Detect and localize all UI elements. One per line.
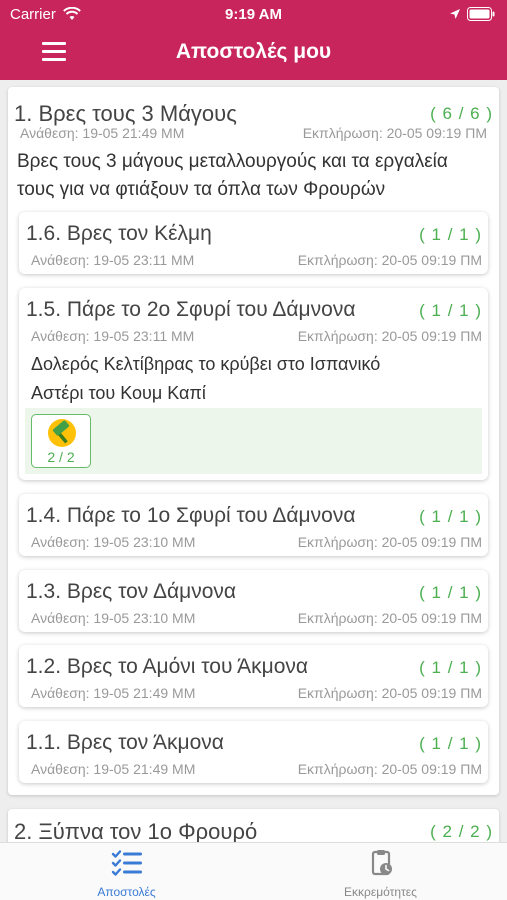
subtask-progress-count: ( 1 / 1 ) [419,507,482,526]
subtask-card[interactable]: 1.4. Πάρε το 1ο Σφυρί του Δάμνονα ( 1 / … [19,494,488,556]
subtask-progress-count: ( 1 / 1 ) [419,734,482,753]
subtask-title: 1.4. Πάρε το 1ο Σφυρί του Δάμνονα [26,504,356,527]
assigned-date: Ανάθεση: 19-05 21:49 ΜΜ [31,685,196,701]
assigned-date: Ανάθεση: 19-05 21:49 ΜΜ [31,761,196,777]
item-row: 2 / 2 [25,408,482,474]
subtask-progress-count: ( 1 / 1 ) [419,658,482,677]
mission-progress-count: ( 6 / 6 ) [430,104,493,123]
completed-date: Εκπλήρωση: 20-05 09:19 ΠΜ [297,610,482,626]
subtask-progress-count: ( 1 / 1 ) [419,301,482,320]
status-bar: Carrier 9:19 AM [0,0,507,28]
assigned-date: Ανάθεση: 19-05 23:10 ΜΜ [31,534,196,550]
completed-date: Εκπλήρωση: 20-05 09:19 ΠΜ [297,328,482,344]
mission-title: 1. Βρες τους 3 Μάγους [14,101,237,126]
item-count: 2 / 2 [47,449,75,465]
item-badge[interactable]: 2 / 2 [31,414,91,468]
subtask-title: 1.5. Πάρε το 2ο Σφυρί του Δάμνονα [26,298,356,321]
subtask-card[interactable]: 1.6. Βρες τον Κέλμη ( 1 / 1 ) Ανάθεση: 1… [19,212,488,274]
subtask-description: Δολερός Κελτίβηρας το κρύβει στο Ισπανικ… [31,354,381,403]
page-title: Αποστολές μου [175,40,332,63]
subtask-card[interactable]: 1.1. Βρες τον Άκμονα ( 1 / 1 ) Ανάθεση: … [19,721,488,783]
battery-icon [467,7,495,21]
mission-card[interactable]: 2. Ξύπνα τον 1ο Φρουρό ( 2 / 2 ) [8,809,499,842]
subtask-progress-count: ( 1 / 1 ) [419,583,482,602]
clipboard-clock-icon [371,850,392,876]
assigned-date: Ανάθεση: 19-05 23:10 ΜΜ [31,610,196,626]
subtask-title: 1.2. Βρες το Αμόνι του Άκμονα [26,655,309,678]
tab-label: Αποστολές [97,885,156,899]
tab-missions[interactable]: Αποστολές [0,843,253,900]
completed-date: Εκπλήρωση: 20-05 09:19 ΠΜ [297,761,482,777]
app-header: Carrier 9:19 AM Αποστολές μου [0,0,507,80]
completed-date: Εκπλήρωση: 20-05 09:19 ΠΜ [302,125,487,141]
completed-date: Εκπλήρωση: 20-05 09:19 ΠΜ [297,534,482,550]
checklist-icon [111,850,142,876]
mission-progress-count: ( 2 / 2 ) [430,822,493,841]
mission-title: 2. Ξύπνα τον 1ο Φρουρό [14,819,258,842]
tab-label: Εκκρεμότητες [344,885,417,899]
assigned-date: Ανάθεση: 19-05 23:11 ΜΜ [31,252,195,268]
tab-bar: Αποστολές Εκκρεμότητες [0,842,507,900]
subtask-card[interactable]: 1.5. Πάρε το 2ο Σφυρί του Δάμνονα ( 1 / … [19,288,488,480]
status-time: 9:19 AM [225,6,282,23]
hammer-icon [48,419,76,447]
completed-date: Εκπλήρωση: 20-05 09:19 ΠΜ [297,685,482,701]
missions-list[interactable]: 1. Βρες τους 3 Μάγους ( 6 / 6 ) Ανάθεση:… [0,80,507,842]
subtask-title: 1.1. Βρες τον Άκμονα [26,731,224,754]
subtask-progress-count: ( 1 / 1 ) [419,225,482,244]
mission-description: Βρες τους 3 μάγους μεταλλουργούς και τα … [17,151,448,200]
subtask-title: 1.3. Βρες τον Δάμνονα [26,580,237,603]
subtask-card[interactable]: 1.3. Βρες τον Δάμνονα ( 1 / 1 ) Ανάθεση:… [19,570,488,632]
assigned-date: Ανάθεση: 19-05 23:11 ΜΜ [31,328,195,344]
completed-date: Εκπλήρωση: 20-05 09:19 ΠΜ [297,252,482,268]
assigned-date: Ανάθεση: 19-05 21:49 ΜΜ [20,125,185,141]
location-arrow-icon [450,9,460,19]
subtask-card[interactable]: 1.2. Βρες το Αμόνι του Άκμονα ( 1 / 1 ) … [19,645,488,707]
tab-pending[interactable]: Εκκρεμότητες [254,843,507,900]
subtask-title: 1.6. Βρες τον Κέλμη [26,222,212,245]
